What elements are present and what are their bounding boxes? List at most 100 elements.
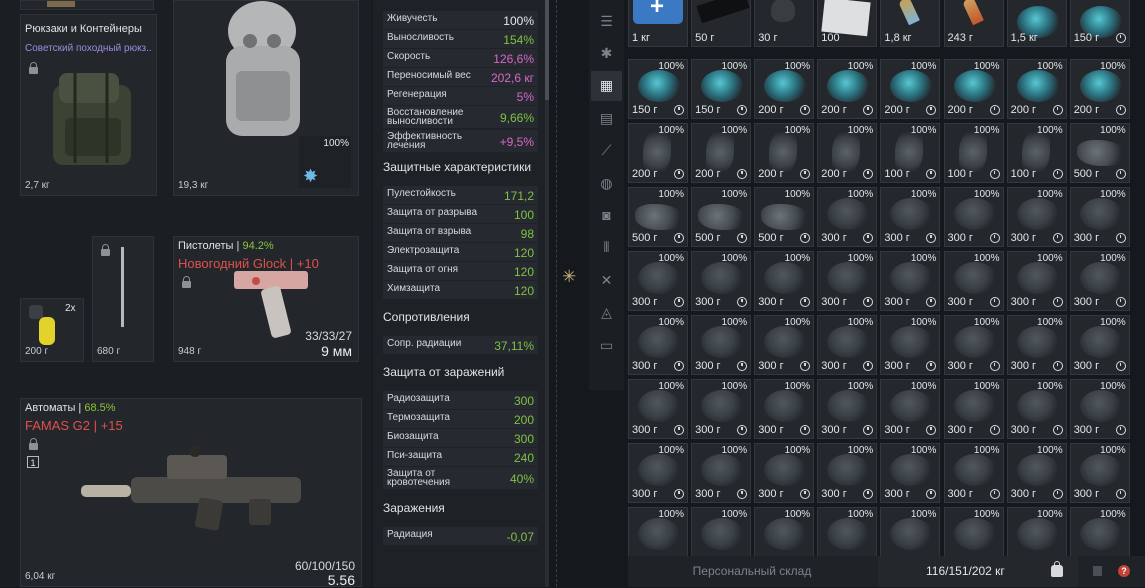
stash-item[interactable]: 100% 300 г bbox=[880, 251, 941, 311]
clock-icon bbox=[674, 361, 684, 371]
stash-item[interactable]: 100% 300 г bbox=[943, 187, 1004, 247]
stash-item[interactable]: 100% 300 г bbox=[1069, 379, 1130, 439]
clock-icon bbox=[800, 425, 811, 435]
stash-item[interactable]: 100% 300 г bbox=[691, 315, 752, 375]
stash-item[interactable]: 100% 300 г bbox=[1069, 187, 1130, 247]
stash-item[interactable]: 100% 100 г bbox=[943, 123, 1004, 183]
stash-item[interactable]: 100% 300 г bbox=[1069, 251, 1130, 311]
stash-item[interactable]: 100% 500 г bbox=[691, 187, 752, 247]
pistol-slot[interactable]: Пистолеты | 94.2% Новогодний Glock | +10… bbox=[173, 236, 359, 362]
stash-item[interactable]: 100% 100 г bbox=[880, 123, 941, 183]
stash-item[interactable]: 150 г bbox=[1069, 0, 1130, 47]
knife-slot[interactable]: 680 г bbox=[92, 236, 154, 362]
item-durability: 100% bbox=[784, 189, 811, 200]
item-durability: 100% bbox=[910, 253, 937, 264]
stash-item[interactable]: 100% 500 г bbox=[628, 187, 688, 247]
item-weight: 30 г bbox=[758, 32, 778, 44]
stash-item[interactable]: 1,8 кг bbox=[880, 0, 941, 47]
stash-item[interactable]: 100% 300 г bbox=[817, 443, 878, 503]
stash-item[interactable]: 100% 500 г bbox=[1069, 123, 1130, 183]
rifle-slot[interactable]: Автоматы | 68.5% FAMAS G2 | +15 1 60/100… bbox=[20, 398, 362, 588]
stash-item[interactable]: 100% 300 г bbox=[1006, 443, 1067, 503]
stash-item[interactable]: 100% 300 г bbox=[880, 187, 941, 247]
stat-row: Живучесть 100% bbox=[383, 11, 538, 29]
stash-item[interactable]: 100% 300 г bbox=[817, 187, 878, 247]
category-button[interactable]: ◬ bbox=[591, 298, 622, 328]
stash-item[interactable]: 100% 300 г bbox=[1006, 187, 1067, 247]
stash-item[interactable]: 100% 300 г bbox=[691, 443, 752, 503]
item-weight: 300 г bbox=[695, 424, 721, 436]
stash-item[interactable]: 100% 300 г bbox=[943, 379, 1004, 439]
stash-item[interactable]: 100% 200 г bbox=[880, 59, 941, 119]
stash-item[interactable]: 100% 300 г bbox=[817, 379, 878, 439]
stash-item[interactable]: 243 г bbox=[943, 0, 1004, 47]
stash-item[interactable]: 100% 300 г bbox=[754, 443, 815, 503]
top-slot-left[interactable] bbox=[20, 0, 154, 10]
stash-item[interactable]: 100% 200 г bbox=[943, 59, 1004, 119]
stash-item[interactable]: 100% 200 г bbox=[1006, 59, 1067, 119]
rifle-name: FAMAS G2 | +15 bbox=[25, 418, 123, 433]
stash-item[interactable]: 30 г bbox=[754, 0, 815, 47]
stash-item[interactable]: 100% 500 г bbox=[754, 187, 815, 247]
stash-item[interactable]: 100% 300 г bbox=[754, 315, 815, 375]
stash-item[interactable]: 100% 100 г bbox=[1006, 123, 1067, 183]
stash-item[interactable]: 100% 200 г bbox=[691, 123, 752, 183]
stash-item[interactable]: 100% 300 г bbox=[880, 315, 941, 375]
stash-item[interactable]: 100% 300 г bbox=[754, 251, 815, 311]
category-button[interactable]: ◍ bbox=[591, 168, 622, 198]
stash-item[interactable]: 100% 300 г bbox=[1006, 315, 1067, 375]
stash-item[interactable]: 100% 300 г bbox=[1006, 251, 1067, 311]
stash-item[interactable]: 100% 200 г bbox=[1069, 59, 1130, 119]
stash-item[interactable]: 100% 300 г bbox=[880, 443, 941, 503]
stash-item[interactable]: 100% 200 г bbox=[817, 123, 878, 183]
stash-item[interactable]: 100% 300 г bbox=[628, 379, 688, 439]
stash-item[interactable]: 1 кг bbox=[628, 0, 688, 47]
stash-item[interactable]: 100% 200 г bbox=[754, 59, 815, 119]
category-button[interactable]: ✕ bbox=[591, 265, 622, 295]
clock-icon bbox=[1115, 489, 1126, 499]
stat-row: Термозащита 200 bbox=[383, 410, 538, 428]
stash-item[interactable]: 100% 200 г bbox=[754, 123, 815, 183]
category-button[interactable]: ✱ bbox=[591, 38, 622, 68]
stash-item[interactable]: 100% 300 г bbox=[943, 443, 1004, 503]
stash-item[interactable]: 100% 300 г bbox=[817, 315, 878, 375]
stash-item[interactable]: 100% 300 г bbox=[817, 251, 878, 311]
stash-item[interactable]: 100% 200 г bbox=[628, 123, 688, 183]
stash-item[interactable]: 100% 300 г bbox=[1006, 379, 1067, 439]
armor-slot[interactable]: 100% ✸ 19,3 кг bbox=[173, 0, 359, 196]
stash-item[interactable]: 100% 300 г bbox=[943, 251, 1004, 311]
category-button[interactable]: ☰ bbox=[591, 6, 622, 36]
trash-icon[interactable] bbox=[1093, 566, 1102, 576]
backpack-slot[interactable]: Рюкзаки и Контейнеры Советский походный … bbox=[20, 14, 157, 196]
category-button[interactable]: ▭ bbox=[591, 330, 622, 360]
stash-item[interactable]: 100% 300 г bbox=[880, 379, 941, 439]
category-button[interactable]: ⟋ bbox=[591, 136, 622, 166]
stash-item[interactable]: 100% 300 г bbox=[754, 379, 815, 439]
category-button[interactable]: ◙ bbox=[591, 200, 622, 230]
stat-value: 202,6 кг bbox=[491, 71, 534, 85]
item-weight: 150 г bbox=[1073, 32, 1100, 44]
stat-row: Переносимый вес 202,6 кг bbox=[383, 68, 538, 86]
item-weight: 500 г bbox=[695, 232, 721, 244]
stash-item[interactable]: 100% 200 г bbox=[817, 59, 878, 119]
stash-item[interactable]: 100% 300 г bbox=[691, 251, 752, 311]
stash-item[interactable]: 100% 300 г bbox=[691, 379, 752, 439]
stats-scrollbar-thumb[interactable] bbox=[545, 0, 549, 100]
stash-item[interactable]: 100% 150 г bbox=[691, 59, 752, 119]
help-icon[interactable]: ? bbox=[1118, 565, 1130, 577]
stash-item[interactable]: 100% 300 г bbox=[1069, 443, 1130, 503]
stash-item[interactable]: 100 bbox=[817, 0, 878, 47]
stash-item[interactable]: 100% 300 г bbox=[628, 443, 688, 503]
stash-item[interactable]: 100% 300 г bbox=[628, 315, 688, 375]
stash-item[interactable]: 50 г bbox=[691, 0, 752, 47]
stash-item[interactable]: 100% 300 г bbox=[628, 251, 688, 311]
stash-item[interactable]: 1,5 кг bbox=[1006, 0, 1067, 47]
category-button[interactable]: ▤ bbox=[591, 103, 622, 133]
category-button[interactable]: ▦ bbox=[591, 70, 622, 101]
stash-item[interactable]: 100% 150 г bbox=[628, 59, 688, 119]
category-button[interactable]: ⦀ bbox=[591, 233, 622, 263]
grenade-slot[interactable]: 2x 200 г bbox=[20, 298, 84, 362]
stash-item[interactable]: 100% 300 г bbox=[1069, 315, 1130, 375]
stash-item[interactable]: 100% 300 г bbox=[943, 315, 1004, 375]
armor-artifact-slot[interactable]: 100% ✸ bbox=[299, 136, 351, 188]
